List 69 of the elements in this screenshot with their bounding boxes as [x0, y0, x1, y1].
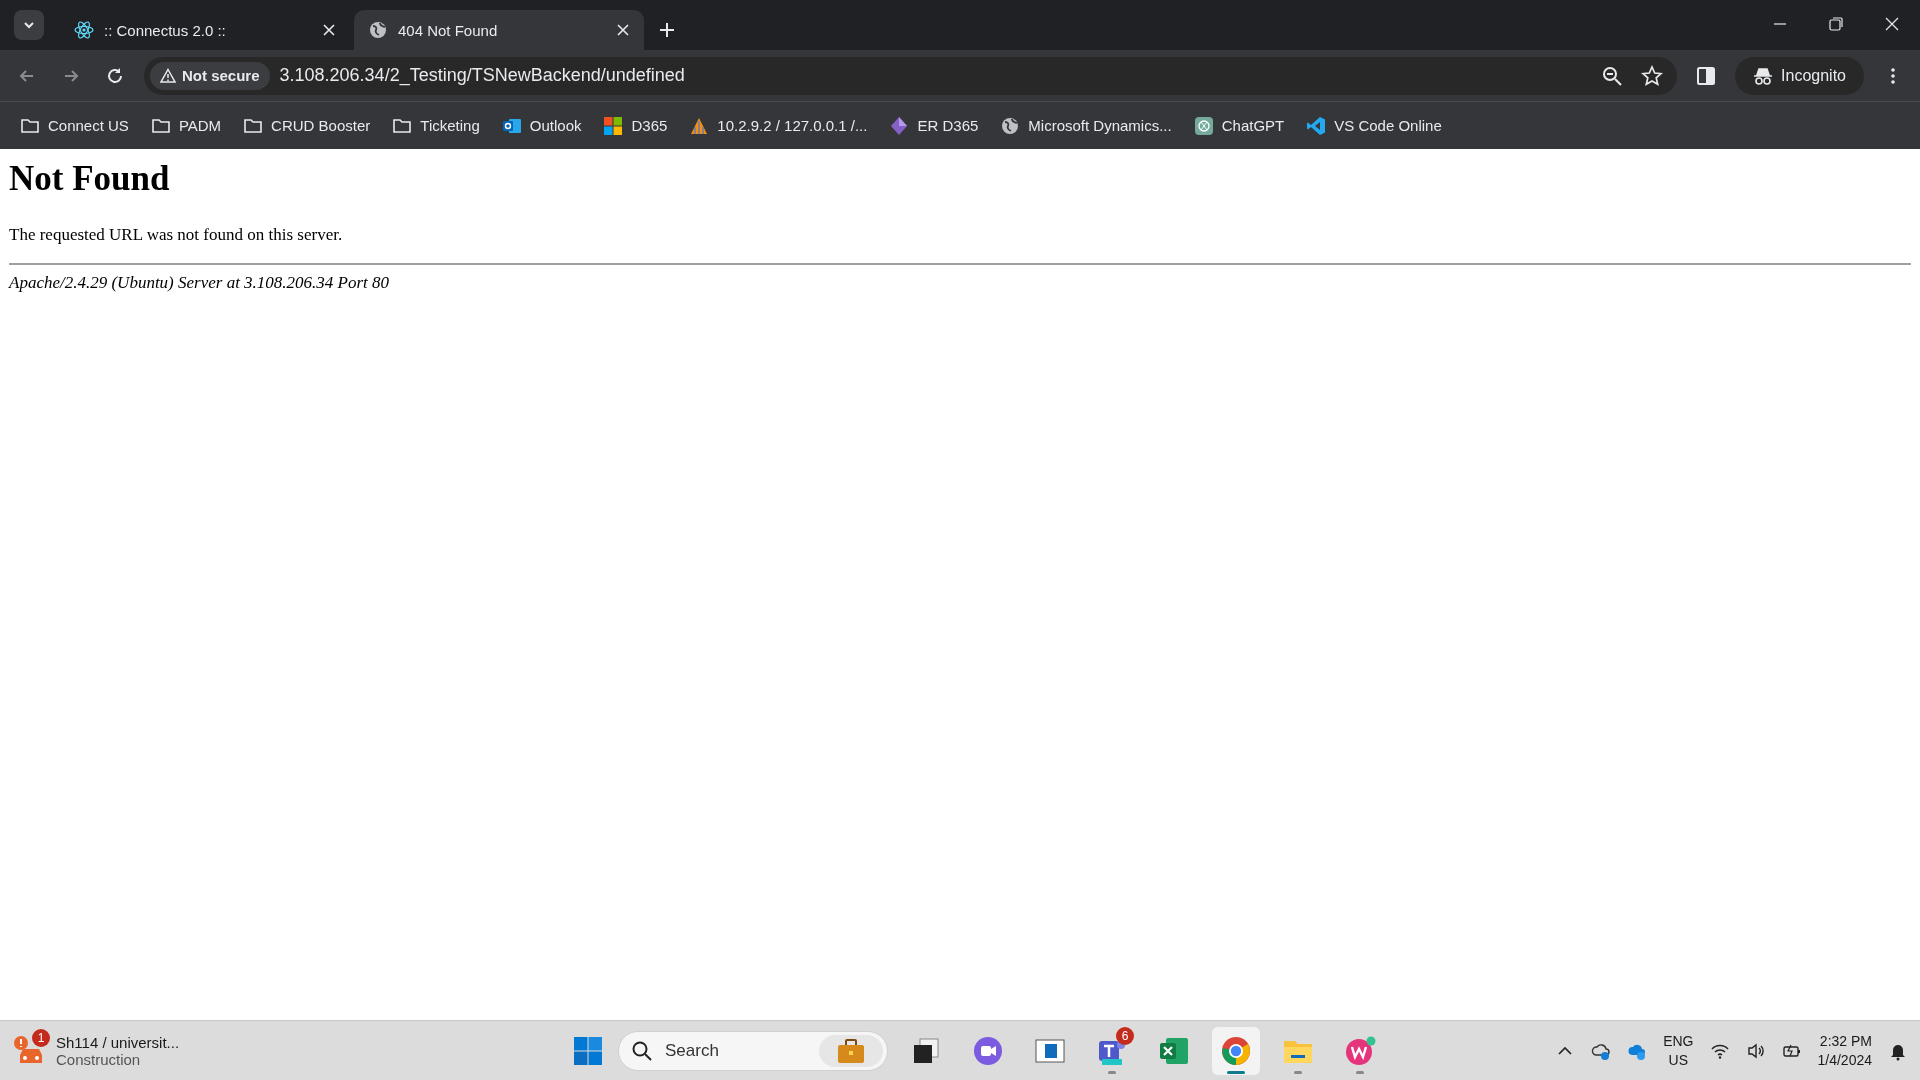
region-code: US — [1668, 1050, 1689, 1070]
bookmark[interactable]: PADM — [142, 111, 230, 140]
diamond-icon — [889, 115, 910, 136]
close-icon[interactable] — [322, 23, 336, 37]
server-signature: Apache/2.4.29 (Ubuntu) Server at 3.108.206.34 Port 80 — [9, 273, 391, 293]
tab-list-button[interactable] — [14, 10, 44, 40]
bookmark[interactable]: D365 — [595, 111, 676, 140]
bookmark-label: Microsoft Dynamics... — [1028, 117, 1172, 134]
atom-icon — [74, 20, 94, 40]
tab-title: 404 Not Found — [398, 21, 499, 39]
security-chip[interactable]: Not secure — [150, 61, 270, 90]
date-text: 1/4/2024 — [1817, 1050, 1872, 1070]
bookmark-label: PADM — [178, 117, 222, 134]
bookmark[interactable]: Ticketing — [384, 111, 488, 140]
bookmark-label: ER D365 — [917, 117, 979, 134]
error-message: The requested URL was not found on this server. — [9, 225, 344, 245]
taskbar-app[interactable]: 6 — [1088, 1026, 1136, 1075]
restore-icon[interactable] — [1829, 17, 1843, 31]
bookmark-label: Connect US — [48, 117, 129, 134]
browser-icon — [1220, 1034, 1252, 1067]
warning-icon — [160, 67, 176, 84]
bookmark[interactable]: ER D365 — [881, 111, 987, 140]
close-icon[interactable] — [616, 23, 630, 37]
search-bar[interactable]: Search — [618, 1030, 888, 1071]
widget-title: Sh114 / universit... — [56, 1033, 180, 1051]
bookmark[interactable]: Connect US — [12, 111, 137, 140]
browser-tab[interactable]: :: Connectus 2.0 :: — [60, 10, 350, 50]
bookmark[interactable]: Microsoft Dynamics... — [992, 111, 1180, 140]
bookmark-label: ChatGPT — [1221, 117, 1285, 134]
star-icon[interactable] — [1641, 64, 1664, 87]
notification-badge: 6 — [1116, 1026, 1134, 1045]
four-squares-icon — [603, 115, 624, 136]
search-icon — [631, 1039, 653, 1062]
hat-glasses-icon — [1753, 65, 1774, 86]
bookmark[interactable]: ChatGPT — [1185, 111, 1293, 140]
address-bar[interactable]: Not secure 3.108.206.34/2_Testing/TSNewBackend/undefined — [144, 56, 1678, 95]
code-editor-icon — [1306, 115, 1327, 136]
bookmark[interactable]: VS Code Online — [1298, 111, 1450, 140]
browser-tab[interactable]: 404 Not Found — [354, 10, 644, 50]
globe-icon — [1000, 115, 1021, 136]
language-code: ENG — [1663, 1031, 1694, 1051]
bookmark-label: VS Code Online — [1334, 117, 1442, 134]
clock[interactable]: 2:32 PM 1/4/2024 — [1817, 1031, 1872, 1070]
bookmark-label: Outlook — [529, 117, 582, 134]
briefcase-icon — [837, 1037, 865, 1064]
knot-logo-icon — [1193, 115, 1214, 136]
bookmark-label: CRUD Booster — [271, 117, 371, 134]
video-chat-icon — [972, 1034, 1004, 1067]
time-text: 2:32 PM — [1819, 1031, 1872, 1051]
start-icon[interactable] — [572, 1034, 604, 1067]
office-suite-icon — [1344, 1034, 1376, 1067]
language-indicator[interactable]: ENG US — [1663, 1031, 1694, 1070]
widget-subtitle: Construction — [56, 1050, 142, 1068]
close-icon[interactable] — [1885, 17, 1899, 31]
bookmark-label: Ticketing — [420, 117, 480, 134]
search-field[interactable]: Search — [663, 1039, 809, 1062]
page-heading: Not Found — [9, 159, 171, 199]
bookmark-label: D365 — [631, 117, 668, 134]
profile-button[interactable]: Incognito — [1735, 56, 1864, 95]
bookmark[interactable]: Outlook — [493, 111, 590, 140]
notification-badge: 1 — [32, 1028, 50, 1047]
tab-title: :: Connectus 2.0 :: — [104, 21, 227, 39]
side-panel-icon[interactable] — [1696, 65, 1717, 86]
bookmark-label: 10.2.9.2 / 127.0.0.1 /... — [717, 117, 868, 134]
globe-icon — [368, 20, 388, 40]
zoom-out-icon[interactable] — [1601, 64, 1624, 87]
url-text: 3.108.206.34/2_Testing/TSNewBackend/undefined — [279, 65, 686, 86]
bookmark[interactable]: 10.2.9.2 / 127.0.0.1 /... — [681, 111, 876, 140]
bookmark[interactable]: CRUD Booster — [235, 111, 379, 140]
